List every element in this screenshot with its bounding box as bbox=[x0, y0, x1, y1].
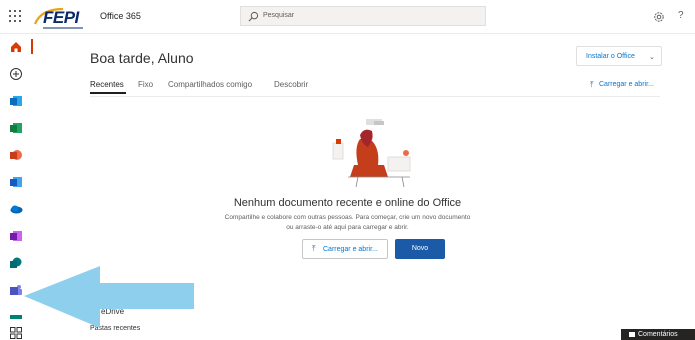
settings-gear-icon[interactable] bbox=[653, 11, 665, 23]
search-box[interactable]: Pesquisar bbox=[240, 6, 486, 26]
tab-compartilhados[interactable]: Compartilhados comigo bbox=[168, 80, 252, 89]
tab-descobrir[interactable]: Descobrir bbox=[274, 80, 308, 89]
upload-open-link[interactable]: Carregar e abrir... bbox=[599, 81, 654, 88]
empty-state-illustration bbox=[332, 119, 411, 188]
excel-icon[interactable] bbox=[9, 121, 23, 135]
word-icon[interactable] bbox=[9, 175, 23, 189]
logo-text: FEPI bbox=[43, 8, 79, 27]
home-icon[interactable] bbox=[9, 40, 23, 54]
comment-icon bbox=[629, 332, 635, 337]
tab-fixo[interactable]: Fixo bbox=[138, 80, 153, 89]
install-office-button[interactable]: Instalar o Office ⌄ bbox=[576, 46, 662, 66]
sharepoint-icon[interactable] bbox=[9, 256, 23, 270]
active-tab-underline bbox=[90, 92, 126, 94]
search-icon bbox=[248, 11, 259, 22]
upload-icon: ⤒ bbox=[312, 244, 316, 253]
top-bar: FEPI Office 365 Pesquisar ? bbox=[0, 0, 695, 34]
tab-recentes[interactable]: Recentes bbox=[90, 80, 124, 89]
feedback-label: Comentários bbox=[638, 331, 678, 338]
new-document-button-label: Novo bbox=[411, 245, 429, 252]
chevron-down-icon: ⌄ bbox=[649, 54, 655, 61]
empty-state-title: Nenhum documento recente e online do Off… bbox=[233, 197, 462, 209]
tabs-divider bbox=[90, 96, 660, 97]
search-input[interactable]: Pesquisar bbox=[263, 12, 294, 19]
teams-icon[interactable] bbox=[9, 283, 23, 297]
annotation-arrow-icon bbox=[24, 266, 194, 328]
powerpoint-icon[interactable] bbox=[9, 148, 23, 162]
help-icon[interactable]: ? bbox=[678, 10, 684, 21]
sway-icon[interactable] bbox=[9, 310, 23, 324]
upload-open-button-label: Carregar e abrir... bbox=[323, 246, 378, 253]
add-icon[interactable] bbox=[9, 67, 23, 81]
outlook-icon[interactable] bbox=[9, 94, 23, 108]
all-apps-icon[interactable] bbox=[9, 326, 23, 340]
page-title: Boa tarde, Aluno bbox=[90, 50, 194, 66]
upload-icon: ⤒ bbox=[590, 80, 594, 89]
new-document-button[interactable]: Novo bbox=[395, 239, 445, 259]
app-title[interactable]: Office 365 bbox=[100, 11, 141, 21]
empty-state-description: Compartilhe e colabore com outras pessoa… bbox=[224, 214, 471, 221]
empty-state-description-2: ou arraste-o até aqui para carregar e ab… bbox=[286, 224, 409, 231]
app-launcher-icon[interactable] bbox=[9, 10, 23, 24]
fepi-logo[interactable]: FEPI bbox=[33, 6, 85, 30]
active-indicator bbox=[31, 39, 33, 54]
onenote-icon[interactable] bbox=[9, 229, 23, 243]
install-office-label: Instalar o Office bbox=[586, 53, 635, 60]
feedback-button[interactable]: Comentários bbox=[621, 329, 695, 340]
upload-open-button[interactable]: ⤒ Carregar e abrir... bbox=[302, 239, 388, 259]
